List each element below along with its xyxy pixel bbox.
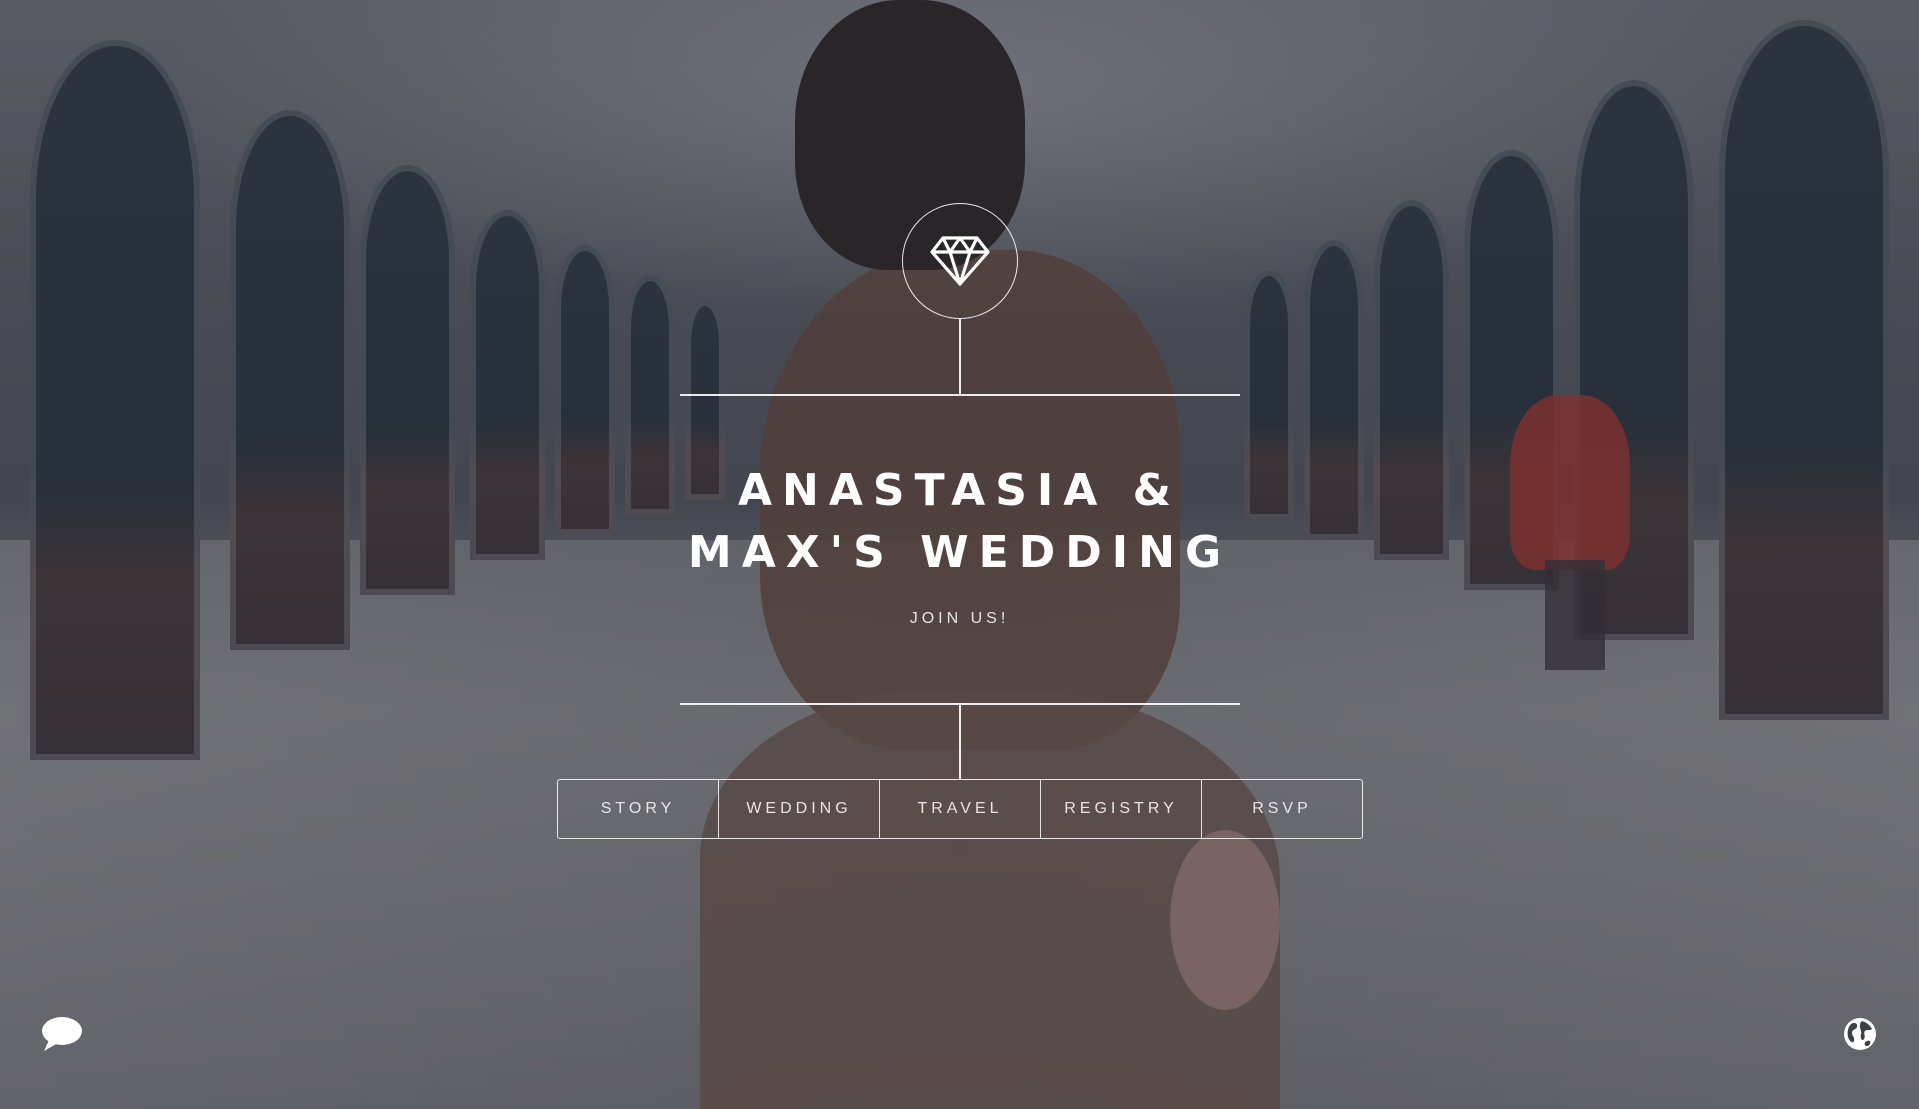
diamond-emblem — [902, 203, 1018, 319]
nav-connector — [959, 703, 961, 779]
nav-story[interactable]: STORY — [558, 780, 719, 838]
main-nav: STORY WEDDING TRAVEL REGISTRY RSVP — [557, 779, 1363, 839]
nav-wedding[interactable]: WEDDING — [719, 780, 880, 838]
page-title: ANASTASIA & MAX'S WEDDING — [0, 460, 1919, 584]
title-line-2: MAX'S WEDDING — [687, 527, 1232, 578]
globe-icon[interactable] — [1843, 1017, 1877, 1051]
chat-bubble-icon[interactable] — [40, 1014, 84, 1054]
nav-travel[interactable]: TRAVEL — [880, 780, 1041, 838]
top-divider — [680, 394, 1240, 396]
title-line-1: ANASTASIA & — [737, 465, 1182, 516]
nav-registry[interactable]: REGISTRY — [1041, 780, 1202, 838]
emblem-connector — [959, 319, 961, 395]
subtitle: JOIN US! — [909, 610, 1010, 627]
nav-rsvp[interactable]: RSVP — [1202, 780, 1362, 838]
diamond-icon — [930, 236, 990, 286]
